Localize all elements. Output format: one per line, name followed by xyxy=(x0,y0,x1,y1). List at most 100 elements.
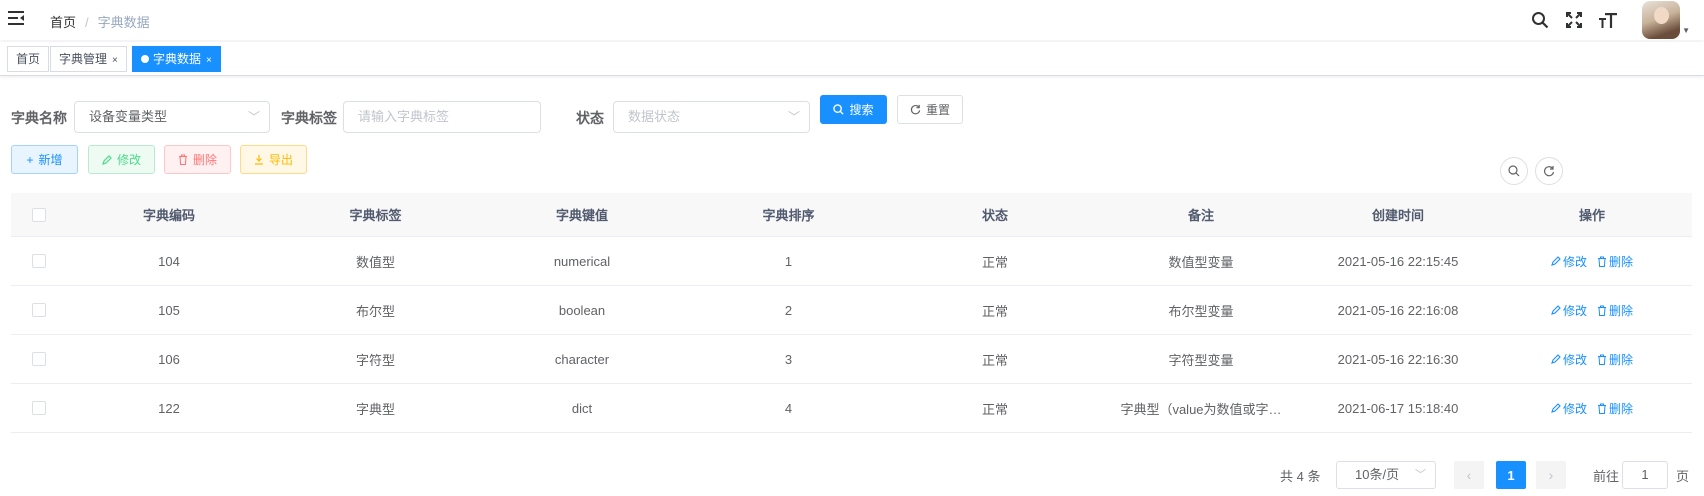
add-button[interactable]: + 新增 xyxy=(11,145,78,174)
tag-home[interactable]: 首页 xyxy=(7,46,50,72)
dict-data-table: 字典编码 字典标签 字典键值 字典排序 状态 备注 创建时间 操作 104 数值… xyxy=(11,193,1692,433)
pagination-total: 共 4 条 xyxy=(1280,469,1321,484)
avatar[interactable] xyxy=(1642,1,1681,39)
edit-icon xyxy=(1551,256,1561,266)
toggle-search-button[interactable] xyxy=(1500,157,1528,185)
refresh-table-button[interactable] xyxy=(1535,157,1563,185)
header-remark: 备注 xyxy=(1187,208,1214,223)
row-edit-link[interactable]: 修改 xyxy=(1551,351,1587,368)
dict-name-select[interactable]: 设备变量类型 ﹀ xyxy=(74,101,270,133)
row-delete-link[interactable]: 删除 xyxy=(1597,400,1633,417)
row-edit-label: 修改 xyxy=(1562,254,1587,269)
user-menu[interactable]: ▼ xyxy=(1642,1,1690,39)
row-edit-link[interactable]: 修改 xyxy=(1551,253,1587,270)
edit-button-label: 修改 xyxy=(116,153,141,167)
header-dict-sort: 字典排序 xyxy=(762,208,815,223)
row-delete-link[interactable]: 删除 xyxy=(1597,351,1633,368)
status-label: 状态 xyxy=(576,110,604,126)
row-delete-link[interactable]: 删除 xyxy=(1597,253,1633,270)
dict-name-value: 设备变量类型 xyxy=(89,109,168,124)
prev-page-button[interactable]: ‹ xyxy=(1454,461,1484,489)
trash-icon xyxy=(178,154,187,165)
next-page-button[interactable]: › xyxy=(1536,461,1566,489)
row-edit-link[interactable]: 修改 xyxy=(1551,400,1587,417)
chevron-left-icon: ‹ xyxy=(1466,467,1472,483)
edit-icon xyxy=(1551,305,1561,315)
cell-value: dict xyxy=(571,400,593,416)
table-row: 122 字典型 dict 4 正常 字典型（value为数值或字… 2021-0… xyxy=(11,384,1692,433)
export-button[interactable]: 导出 xyxy=(240,145,307,174)
navbar: 首页 / 字典数据 ▼ xyxy=(0,0,1704,40)
caret-down-icon[interactable]: ▼ xyxy=(1682,26,1690,35)
dict-label-input[interactable]: 请输入字典标签 xyxy=(343,101,541,133)
row-edit-label: 修改 xyxy=(1562,352,1587,367)
breadcrumb: 首页 / 字典数据 xyxy=(50,12,150,31)
breadcrumb-current: 字典数据 xyxy=(97,15,150,30)
search-icon[interactable] xyxy=(1528,8,1552,32)
tag-label: 字典管理 xyxy=(59,52,108,66)
edit-button[interactable]: 修改 xyxy=(88,145,155,174)
search-button[interactable]: 搜索 xyxy=(820,95,887,124)
cell-code: 106 xyxy=(158,351,180,367)
table-row: 104 数值型 numerical 1 正常 数值型变量 2021-05-16 … xyxy=(11,237,1692,286)
close-icon[interactable]: × xyxy=(112,55,118,66)
cell-sort: 4 xyxy=(784,400,793,416)
cell-value: character xyxy=(554,351,610,367)
row-checkbox[interactable] xyxy=(31,401,46,415)
cell-sort: 2 xyxy=(784,302,793,318)
table-row: 106 字符型 character 3 正常 字符型变量 2021-05-16 … xyxy=(11,335,1692,384)
delete-button[interactable]: 删除 xyxy=(164,145,231,174)
row-delete-label: 删除 xyxy=(1609,352,1634,367)
hamburger-icon[interactable] xyxy=(8,11,24,25)
plus-icon: + xyxy=(26,152,34,167)
row-edit-link[interactable]: 修改 xyxy=(1551,302,1587,319)
row-checkbox[interactable] xyxy=(31,254,46,268)
row-delete-label: 删除 xyxy=(1609,303,1634,318)
breadcrumb-home[interactable]: 首页 xyxy=(50,15,76,30)
goto-page-input[interactable]: 1 xyxy=(1622,461,1668,489)
header-dict-code: 字典编码 xyxy=(142,208,195,223)
cell-code: 104 xyxy=(158,253,180,269)
cell-code: 105 xyxy=(158,302,180,318)
select-all-checkbox[interactable] xyxy=(31,207,46,222)
page-number-current[interactable]: 1 xyxy=(1496,461,1526,489)
cell-sort: 3 xyxy=(784,351,793,367)
cell-status: 正常 xyxy=(981,303,1008,319)
tag-dict-data[interactable]: 字典数据 × xyxy=(132,46,221,72)
row-edit-label: 修改 xyxy=(1562,401,1587,416)
header-actions: 操作 xyxy=(1578,208,1605,223)
cell-value: numerical xyxy=(553,253,611,269)
cell-label: 数值型 xyxy=(355,254,395,270)
dict-label-placeholder: 请输入字典标签 xyxy=(358,109,450,124)
status-select[interactable]: 数据状态 ﹀ xyxy=(613,101,810,133)
table-row: 105 布尔型 boolean 2 正常 布尔型变量 2021-05-16 22… xyxy=(11,286,1692,335)
reset-button[interactable]: 重置 xyxy=(897,95,963,124)
cell-label: 字符型 xyxy=(355,352,395,368)
font-size-icon[interactable] xyxy=(1596,8,1620,32)
edit-icon xyxy=(102,154,112,165)
active-dot-icon xyxy=(141,55,149,63)
tag-label: 字典数据 xyxy=(153,52,202,66)
close-icon[interactable]: × xyxy=(206,55,212,66)
trash-icon xyxy=(1598,305,1606,316)
cell-sort: 1 xyxy=(784,253,793,269)
reset-button-label: 重置 xyxy=(925,103,950,117)
tag-dict-management[interactable]: 字典管理 × xyxy=(50,46,127,72)
fullscreen-icon[interactable] xyxy=(1562,8,1586,32)
row-checkbox[interactable] xyxy=(31,352,46,366)
chevron-down-icon: ﹀ xyxy=(787,110,800,124)
trash-icon xyxy=(1598,403,1606,414)
row-delete-label: 删除 xyxy=(1609,254,1634,269)
cell-code: 122 xyxy=(158,400,180,416)
breadcrumb-separator: / xyxy=(85,15,89,30)
tags-view: 首页 字典管理 × 字典数据 × xyxy=(0,42,1704,76)
trash-icon xyxy=(1598,256,1606,267)
edit-icon xyxy=(1551,403,1561,413)
row-edit-label: 修改 xyxy=(1562,303,1587,318)
row-checkbox[interactable] xyxy=(31,303,46,317)
page-size-select[interactable]: 10条/页 ﹀ xyxy=(1336,461,1436,489)
navbar-right-menu: ▼ xyxy=(1528,0,1690,40)
cell-value: boolean xyxy=(558,302,606,318)
add-button-label: 新增 xyxy=(38,153,63,167)
row-delete-link[interactable]: 删除 xyxy=(1597,302,1633,319)
